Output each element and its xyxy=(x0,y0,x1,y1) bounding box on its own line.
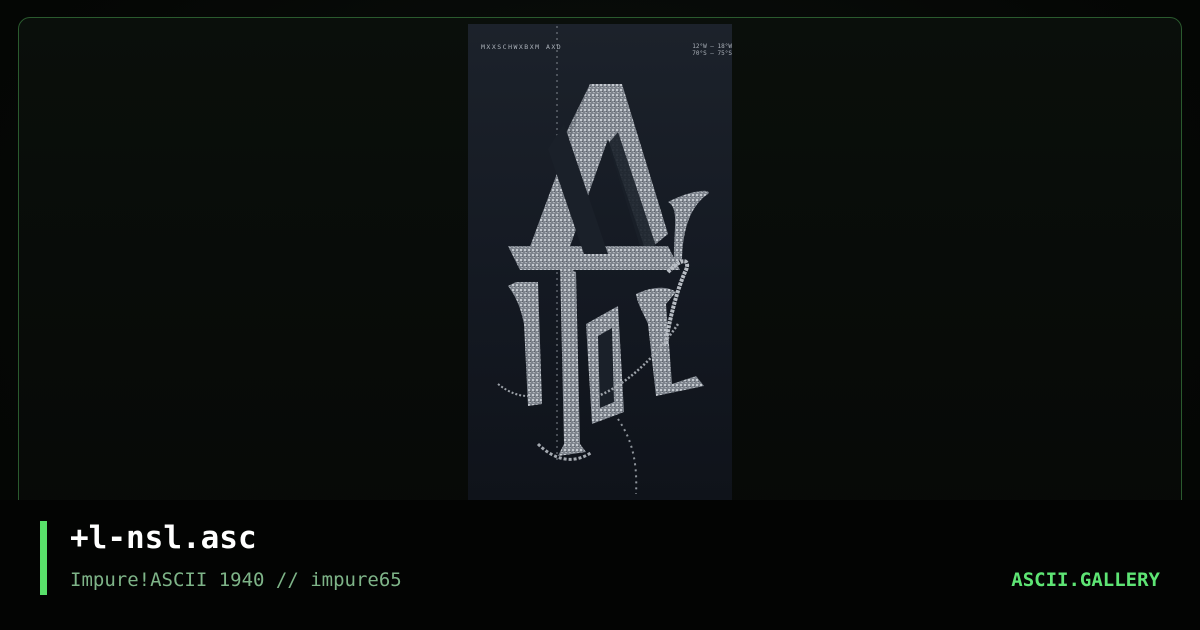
artwork-coords-line-2: 70°S — 75°S xyxy=(692,50,732,57)
artwork-subtitle: Impure!ASCII 1940 // impure65 xyxy=(70,569,402,591)
artwork-coords-line-1: 12°W — 18°W xyxy=(692,43,732,50)
ascii-artwork-preview[interactable]: MXXSCHWXBXM AXD 12°W — 18°W 70°S — 75°S xyxy=(468,24,732,500)
artwork-title: +l-nsl.asc xyxy=(70,520,257,556)
artwork-header-text: MXXSCHWXBXM AXD xyxy=(481,43,563,51)
brand-logo[interactable]: ASCII.GALLERY xyxy=(1011,569,1160,591)
accent-bar xyxy=(40,521,47,595)
ascii-art-illustration xyxy=(497,26,709,495)
page: MXXSCHWXBXM AXD 12°W — 18°W 70°S — 75°S … xyxy=(0,0,1200,630)
artwork-coordinates: 12°W — 18°W 70°S — 75°S xyxy=(692,43,732,57)
